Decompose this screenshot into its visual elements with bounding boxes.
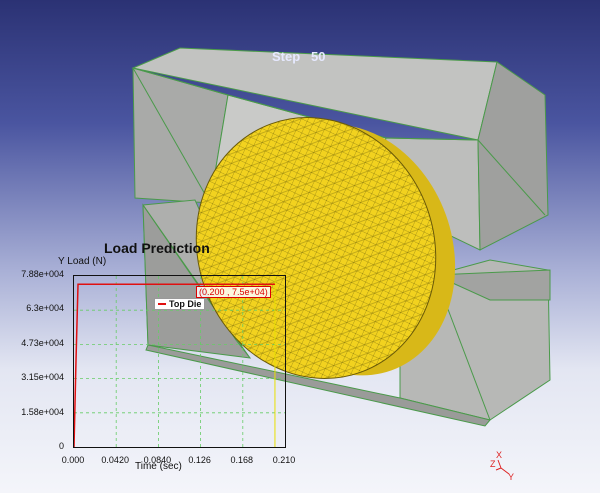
x-tick-label: 0.0420 [101,455,129,465]
chart-xlabel: Time (sec) [135,461,182,472]
x-tick-label: 0.000 [61,455,85,465]
chart-legend: Top Die [154,298,206,310]
legend-label: Top Die [169,299,202,309]
y-tick-label: 6.3e+004 [26,303,64,314]
chart-ylabel: Y Load (N) [58,256,107,267]
y-tick-label: 3.15e+004 [21,372,64,383]
y-tick-label: 1.58e+004 [21,406,64,417]
x-tick-label: 0.168 [230,455,254,465]
3d-viewport[interactable]: Step 50 Load Prediction Y Load (N) 7.88e… [0,0,600,493]
y-tick-label: 4.73e+004 [21,337,64,348]
step-label: Step 50 [272,49,326,64]
legend-swatch [158,303,166,305]
y-tick-label: 0 [58,441,64,451]
peak-annotation: (0.200 , 7.5e+04) [196,286,271,298]
chart-title: Load Prediction [104,240,210,256]
x-tick-label: 0.126 [188,455,211,465]
triad-lines [495,459,510,475]
x-tick-label: 0.210 [272,455,296,465]
y-tick-label: 7.88e+004 [21,269,64,279]
